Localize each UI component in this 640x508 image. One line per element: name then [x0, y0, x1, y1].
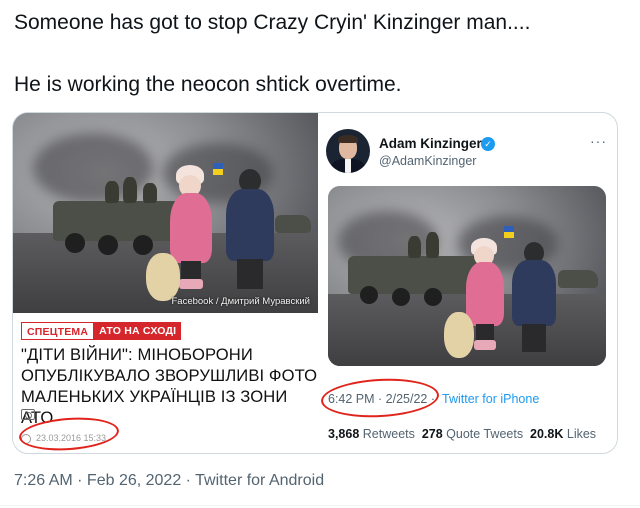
retweets-label: Retweets — [362, 427, 415, 441]
likes-label: Likes — [566, 427, 597, 441]
tweet-source-link[interactable]: Twitter for iPhone — [442, 392, 539, 406]
news-photo: Facebook / Дмитрий Муравский — [13, 113, 318, 313]
author-name[interactable]: Adam Kinzinger — [379, 136, 482, 151]
tweet-stats: 3,868 Retweets 278 Quote Tweets 20.8K Li… — [328, 427, 596, 441]
avatar[interactable] — [326, 129, 370, 173]
tweet-text-line-1: Someone has got to stop Crazy Cryin' Kin… — [14, 11, 531, 34]
tweet-timestamp-meta[interactable]: 7:26 AM · Feb 26, 2022 · Twitter for And… — [14, 472, 324, 490]
photo-credit: Facebook / Дмитрий Муравский — [171, 296, 311, 307]
article-headline: "ДІТИ ВІЙНИ": МІНОБОРОНИ ОПУБЛІКУВАЛО ЗВ… — [21, 345, 318, 427]
tweet-image-card[interactable]: Facebook / Дмитрий Муравский СПЕЦТЕМА АТ… — [12, 112, 618, 454]
retweets-count: 3,868 — [328, 427, 360, 441]
embedded-tweet: Adam Kinzinger ✓ @AdamKinzinger ··· 6:42… — [318, 113, 617, 453]
quote-tweets-count: 278 — [421, 427, 443, 441]
embedded-photo[interactable] — [328, 186, 606, 366]
author-handle[interactable]: @AdamKinzinger — [379, 154, 476, 168]
article-tags: СПЕЦТЕМА АТО НА СХОДІ — [21, 322, 182, 340]
likes-count: 20.8K — [530, 427, 564, 441]
quote-tweets-label: Quote Tweets — [446, 427, 524, 441]
tag-ato: АТО НА СХОДІ — [94, 322, 182, 340]
more-options-icon[interactable]: ··· — [590, 133, 607, 149]
verified-badge-icon: ✓ — [481, 137, 495, 151]
divider — [0, 505, 640, 506]
red-annotation-circle-time — [320, 375, 440, 421]
camera-icon — [21, 409, 35, 420]
tag-special-topic: СПЕЦТЕМА — [21, 322, 95, 340]
news-article-screenshot: Facebook / Дмитрий Муравский СПЕЦТЕМА АТ… — [13, 113, 318, 453]
tweet-text-line-2: He is working the neocon shtick overtime… — [14, 73, 402, 96]
